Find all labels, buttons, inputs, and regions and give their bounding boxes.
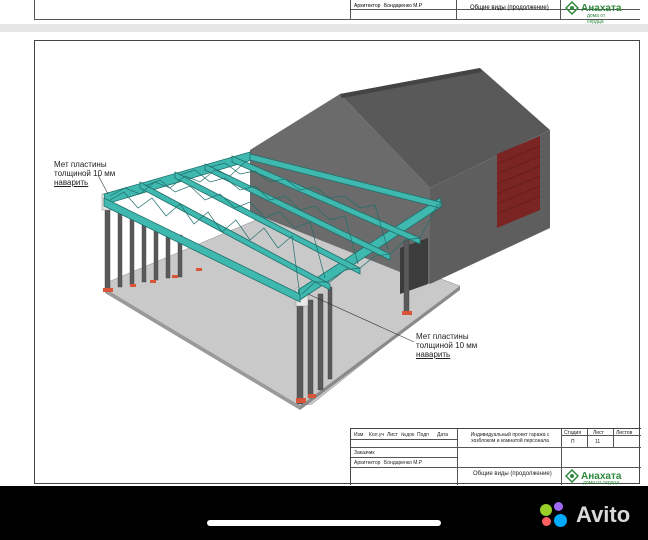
- sheet-title: Общие виды (продолжение): [470, 5, 549, 11]
- project-title: Индивидуальный проект гаража с хозблоком…: [470, 432, 550, 444]
- garage-3d-view: [97, 68, 550, 410]
- page-separator: [0, 24, 648, 32]
- annotation-left: Мет пластины толщиной 10 мм наварить: [54, 160, 115, 187]
- annotation-left-line2: толщиной 10 мм: [54, 169, 116, 178]
- architect-label: Архитектор: [354, 3, 381, 9]
- annotation-left-line3: наварить: [54, 178, 89, 187]
- tb-rule: [351, 467, 641, 468]
- architect-name: Бондаренко М.Р: [384, 3, 423, 9]
- tb-col-date: Дата: [437, 432, 449, 438]
- stage-value: П: [571, 439, 575, 445]
- sheet-value: 11: [595, 439, 601, 445]
- tb-col-list: Лист: [387, 432, 398, 438]
- tb-col-kol: Кол.уч: [369, 432, 384, 438]
- tb-rule: [351, 447, 641, 448]
- annotation-right-line2: толщиной 10 мм: [416, 341, 478, 350]
- tb-rule: [351, 457, 457, 458]
- tb-rule: [561, 429, 562, 485]
- avito-wordmark: Avito: [576, 502, 631, 527]
- previous-sheet-fragment: Архитектор Бондаренко М.Р Общие виды (пр…: [0, 0, 648, 25]
- brand-logo: Анахата дома от сердца: [565, 469, 621, 486]
- annotation-right-line1: Мет пластины: [416, 332, 469, 341]
- architect-name: Бондаренко М.Р: [384, 460, 423, 466]
- drawing-sheet: Мет пластины толщиной 10 мм наварить Мет…: [0, 32, 648, 486]
- title-block: Изм Кол.уч Лист №док Подп Дата Индивидуа…: [350, 428, 641, 486]
- annotation-left-line1: Мет пластины: [54, 160, 107, 169]
- brand-logo-icon: [565, 1, 579, 15]
- title-block-line: [456, 0, 457, 20]
- sheet-label: Лист: [593, 430, 604, 436]
- avito-watermark: Avito: [540, 500, 630, 530]
- brand-logo: Анахата дома от сердца: [565, 1, 622, 25]
- annotation-right: Мет пластины толщиной 10 мм наварить: [416, 332, 477, 359]
- tb-col-izm: Изм: [354, 432, 364, 438]
- frame-line: [34, 19, 640, 20]
- title-block-line: [350, 0, 351, 20]
- tb-rule: [351, 439, 457, 440]
- title-block-line: [560, 0, 561, 20]
- tb-col-doc: №док: [401, 432, 415, 438]
- home-indicator[interactable]: [207, 520, 441, 526]
- sheet-title: Общие виды (продолжение): [473, 471, 552, 477]
- tb-rule: [613, 429, 614, 447]
- avito-logo-icon: [540, 502, 570, 528]
- architect-label: Архитектор: [354, 460, 381, 466]
- stage-label: Стадия: [564, 430, 582, 436]
- brand-name: Анахата: [581, 2, 622, 14]
- tb-rule: [587, 429, 588, 447]
- annotation-right-line3: наварить: [416, 350, 451, 359]
- frame-line: [34, 0, 35, 20]
- brand-logo-icon: [565, 469, 579, 483]
- customer-label: Заказчик: [354, 450, 375, 456]
- sheets-label: Листов: [616, 430, 633, 436]
- tb-col-podp: Подп: [417, 432, 429, 438]
- tb-rule: [457, 429, 458, 485]
